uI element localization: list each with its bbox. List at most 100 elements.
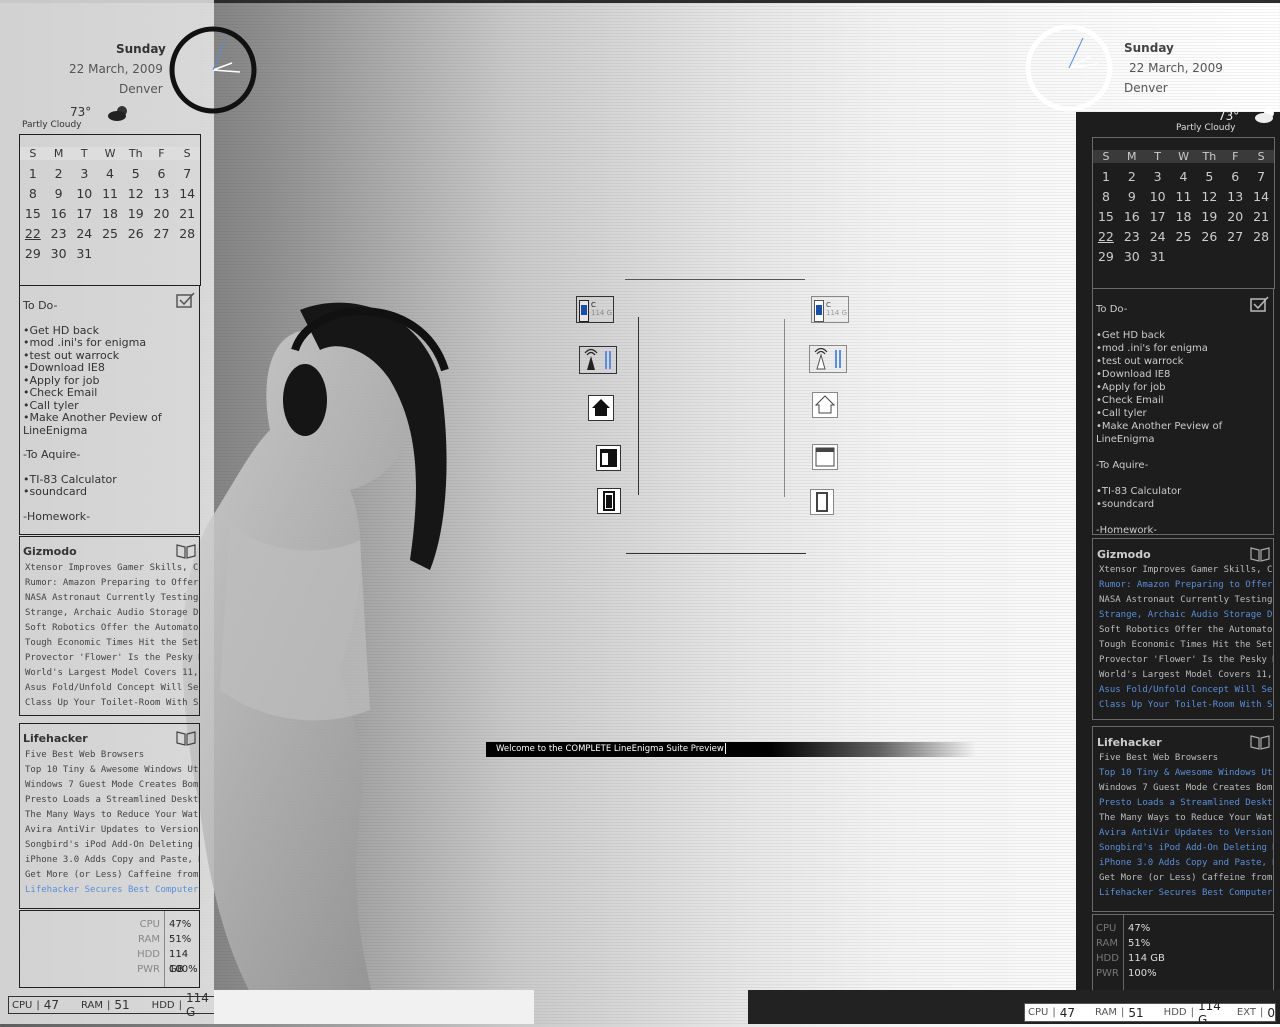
- lifehacker-item[interactable]: The Many Ways to Reduce Your Water...: [1099, 811, 1273, 826]
- gizmodo-item[interactable]: Provector 'Flower' Is the Pesky Mosquit.…: [1099, 653, 1273, 668]
- dock-divider: [625, 279, 805, 280]
- drive-c-icon[interactable]: C 114 G: [811, 296, 849, 323]
- lifehacker-item[interactable]: Lifehacker Secures Best Computer or...: [1099, 886, 1273, 901]
- book-icon[interactable]: [1250, 546, 1270, 562]
- cal-day: 5: [131, 166, 140, 181]
- cal-day: [174, 246, 200, 261]
- lifehacker-item[interactable]: Top 10 Tiny & Awesome Windows Utili...: [1099, 766, 1273, 781]
- stat-label: HDD: [137, 949, 160, 960]
- lifehacker-item[interactable]: Songbird's iPod Add-On Deleting Music...: [25, 838, 199, 853]
- lifehacker-item[interactable]: Avira AntiVir Updates to Version 9, Ad..…: [25, 823, 199, 838]
- lifehacker-item[interactable]: Lifehacker Secures Best Computer or...: [25, 883, 199, 898]
- home-icon[interactable]: [588, 395, 614, 421]
- lifehacker-item[interactable]: Top 10 Tiny & Awesome Windows Utili...: [25, 763, 199, 778]
- cal-day: 23: [1123, 229, 1140, 244]
- stat-label: CPU: [139, 919, 160, 930]
- lifehacker-item[interactable]: Windows 7 Guest Mode Creates Bomb-...: [1099, 781, 1273, 796]
- todo-item: •Download IE8: [23, 361, 105, 374]
- stat-label: HDD: [1096, 953, 1119, 964]
- bar-hdd-label: HDD: [151, 999, 175, 1011]
- todo-item: •mod .ini's for enigma: [1096, 343, 1208, 354]
- wireless-icon[interactable]: [579, 346, 617, 374]
- todo-acquire-item: •soundcard: [1096, 499, 1155, 510]
- gizmodo-item[interactable]: Provector 'Flower' Is the Pesky Mosquit.…: [25, 651, 199, 666]
- cal-day: 8: [1101, 189, 1110, 204]
- cal-day: [97, 246, 123, 261]
- gizmodo-item[interactable]: Soft Robotics Offer the Automatons Ye...: [25, 621, 199, 636]
- lifehacker-item[interactable]: Get More (or Less) Caffeine from Your...: [1099, 871, 1273, 886]
- cal-header: W: [1170, 150, 1197, 163]
- wireless-icon[interactable]: [809, 345, 847, 373]
- cal-day: 28: [1253, 229, 1270, 244]
- partly-cloudy-icon: [108, 106, 127, 121]
- gizmodo-item[interactable]: Tough Economic Times Hit the Set of...: [1099, 638, 1273, 653]
- cal-header: S: [20, 147, 46, 160]
- lifehacker-item[interactable]: iPhone 3.0 Adds Copy and Paste, MMS,...: [25, 853, 199, 868]
- drive-c-icon[interactable]: C 114 G: [576, 296, 614, 323]
- gizmodo-item[interactable]: Asus Fold/Unfold Concept Will See Co...: [25, 681, 199, 696]
- bar-hdd-label: HDD: [1163, 1007, 1187, 1018]
- gizmodo-item[interactable]: Tough Economic Times Hit the Set of...: [25, 636, 199, 651]
- gizmodo-item[interactable]: Rumor: Amazon Preparing to Offer $3...: [1099, 578, 1273, 593]
- cal-day: [149, 246, 175, 261]
- cal-day: 12: [1201, 189, 1218, 204]
- cal-day: 19: [1201, 209, 1218, 224]
- cal-header: Th: [1196, 150, 1223, 163]
- battery-icon[interactable]: [810, 489, 834, 515]
- gizmodo-item[interactable]: Rumor: Amazon Preparing to Offer $3...: [25, 576, 199, 591]
- todo-item: •Get HD back: [1096, 330, 1166, 341]
- gizmodo-item[interactable]: Xtensor Improves Gamer Skills, Create...: [1099, 563, 1273, 578]
- cal-day: 21: [179, 206, 196, 221]
- window-icon[interactable]: [812, 444, 838, 470]
- lifehacker-item[interactable]: The Many Ways to Reduce Your Water...: [25, 808, 199, 823]
- lifehacker-item[interactable]: Songbird's iPod Add-On Deleting Music...: [1099, 841, 1273, 856]
- cal-day: 31: [1149, 249, 1166, 264]
- gizmodo-item[interactable]: Strange, Archaic Audio Storage Device...: [25, 606, 199, 621]
- gizmodo-item[interactable]: Class Up Your Toilet-Room With Some...: [1099, 698, 1273, 713]
- gizmodo-item[interactable]: NASA Astronaut Currently Testing Magi...: [25, 591, 199, 606]
- gizmodo-item[interactable]: Class Up Your Toilet-Room With Some...: [25, 696, 199, 711]
- cal-day: 26: [127, 226, 144, 241]
- cal-day: 5: [1205, 169, 1214, 184]
- home-icon[interactable]: [812, 392, 838, 418]
- gizmodo-item[interactable]: Soft Robotics Offer the Automatons Ye...: [1099, 623, 1273, 638]
- cal-header: S: [174, 147, 201, 160]
- lifehacker-item[interactable]: Avira AntiVir Updates to Version 9, Ad..…: [1099, 826, 1273, 841]
- gizmodo-item[interactable]: NASA Astronaut Currently Testing Magi...: [1099, 593, 1273, 608]
- gizmodo-item[interactable]: Xtensor Improves Gamer Skills, Create...: [25, 561, 199, 576]
- cal-day: 27: [1227, 229, 1244, 244]
- lifehacker-item[interactable]: iPhone 3.0 Adds Copy and Paste, MMS,...: [1099, 856, 1273, 871]
- bar-cpu-label: CPU: [12, 999, 33, 1011]
- book-icon[interactable]: [176, 543, 196, 559]
- bar-cpu-value: 47: [1059, 1005, 1075, 1020]
- cal-day-today: 22: [1097, 229, 1114, 244]
- lifehacker-item[interactable]: Get More (or Less) Caffeine from Your...: [25, 868, 199, 883]
- cal-day: [1248, 249, 1274, 264]
- gizmodo-item[interactable]: Strange, Archaic Audio Storage Device...: [1099, 608, 1273, 623]
- stat-label: PWR: [1096, 968, 1119, 979]
- cal-day: 25: [1175, 229, 1192, 244]
- cal-header: S: [1248, 150, 1275, 163]
- lifehacker-item[interactable]: Five Best Web Browsers: [25, 748, 199, 763]
- cal-day: 2: [1127, 169, 1136, 184]
- lifehacker-item[interactable]: Windows 7 Guest Mode Creates Bomb-...: [25, 778, 199, 793]
- stat-value: 47%: [1128, 923, 1151, 934]
- cal-header: F: [148, 147, 175, 160]
- battery-icon[interactable]: [597, 488, 621, 514]
- gizmodo-item[interactable]: World's Largest Model Covers 11,840 S...: [1099, 668, 1273, 683]
- book-icon[interactable]: [1250, 734, 1270, 750]
- todo-widget[interactable]: To Do- •Get HD back •mod .ini's for enig…: [19, 285, 200, 535]
- gizmodo-item[interactable]: World's Largest Model Covers 11,840 S...: [25, 666, 199, 681]
- lifehacker-item[interactable]: Presto Loads a Streamlined Desktop in...: [1099, 796, 1273, 811]
- gizmodo-title: Gizmodo: [1097, 548, 1151, 561]
- lifehacker-item[interactable]: Presto Loads a Streamlined Desktop in...: [25, 793, 199, 808]
- lifehacker-item[interactable]: Five Best Web Browsers: [1099, 751, 1273, 766]
- gizmodo-item[interactable]: Asus Fold/Unfold Concept Will See Co...: [1099, 683, 1273, 698]
- todo-item: •Call tyler: [1096, 408, 1147, 419]
- todo-widget[interactable]: To Do- •Get HD back •mod .ini's for enig…: [1092, 288, 1274, 536]
- todo-acquire-item: •soundcard: [23, 485, 87, 498]
- bottom-stats-bar: CPU|47 RAM|51 HDD|114 G EXT|0: [1024, 999, 1276, 1027]
- book-icon[interactable]: [176, 730, 196, 746]
- cal-header: M: [45, 147, 72, 160]
- window-icon[interactable]: [596, 445, 621, 471]
